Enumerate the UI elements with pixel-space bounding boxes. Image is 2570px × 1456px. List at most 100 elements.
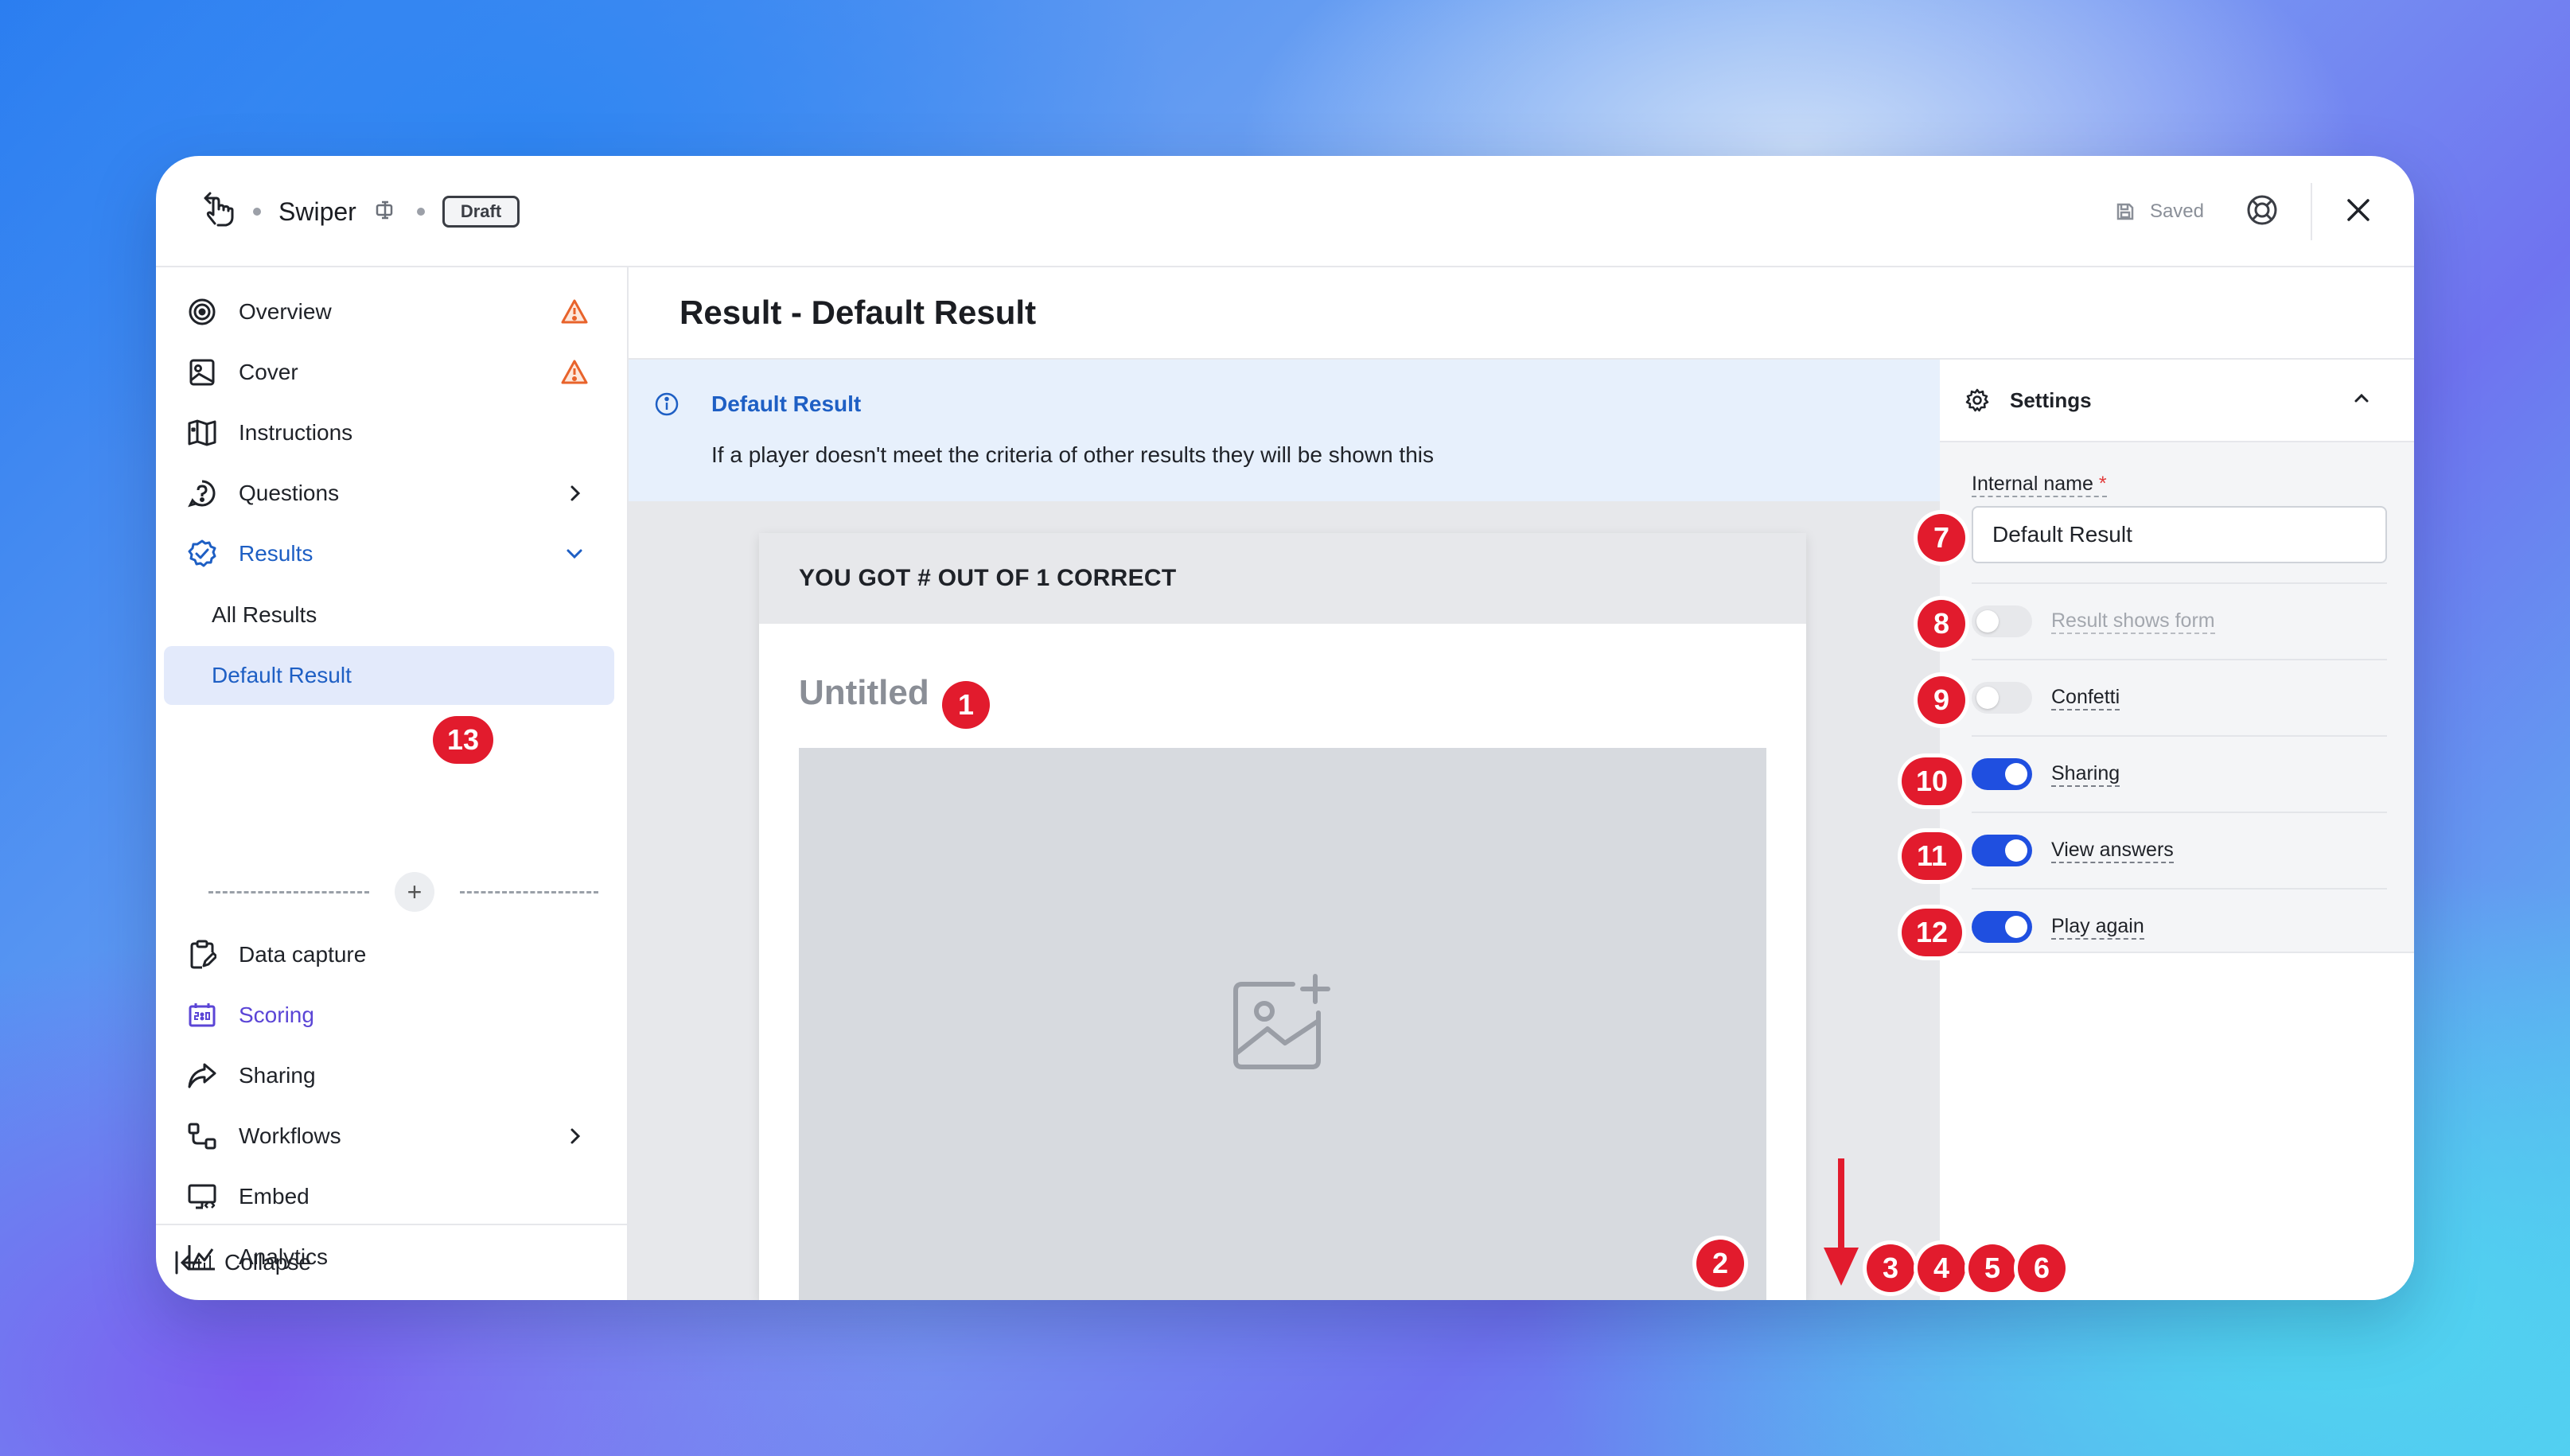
image-icon <box>185 355 220 390</box>
sidebar-subitem-label: Default Result <box>212 663 352 687</box>
confetti-toggle[interactable] <box>1972 682 2032 714</box>
annotation-marker: 3 <box>1867 1244 1914 1292</box>
sidebar: Overview Cover Instructions Questions Re… <box>156 267 629 1300</box>
sidebar-item-label: Data capture <box>239 942 367 967</box>
toggle-row-confetti: Confetti <box>1972 659 2387 735</box>
warning-icon <box>557 294 592 329</box>
chevron-right-icon <box>557 476 592 511</box>
result-title[interactable]: Untitled <box>799 673 929 713</box>
annotation-marker: 9 <box>1918 676 1965 724</box>
sidebar-item-label: Embed <box>239 1184 310 1209</box>
status-badge: Draft <box>442 196 520 228</box>
warning-icon <box>557 355 592 390</box>
view-answers-toggle[interactable] <box>1972 835 2032 866</box>
app-name: Swiper <box>278 197 356 226</box>
main-content: Result - Default Result Default Result I… <box>629 267 2414 1300</box>
edit-name-icon[interactable] <box>374 199 399 225</box>
sidebar-item-scoring[interactable]: Scoring <box>175 987 611 1044</box>
toggle-label: Play again <box>2051 914 2144 940</box>
share-icon <box>185 1058 220 1093</box>
result-card[interactable]: YOU GOT # OUT OF 1 CORRECT Untitled <box>759 533 1806 1300</box>
sidebar-item-embed[interactable]: Embed <box>175 1168 611 1225</box>
question-icon <box>185 476 220 511</box>
preview-canvas: Default Result If a player doesn't meet … <box>629 360 1940 1300</box>
internal-name-label: Internal name * <box>1972 473 2107 497</box>
toggle-row-sharing: Sharing <box>1972 735 2387 812</box>
toggle-row-result-shows-form: Result shows form <box>1972 582 2387 659</box>
sidebar-item-overview[interactable]: Overview <box>175 283 611 341</box>
sidebar-item-workflows[interactable]: Workflows <box>175 1108 611 1165</box>
internal-name-input[interactable] <box>1972 506 2387 563</box>
sidebar-item-label: Cover <box>239 360 298 384</box>
info-banner: Default Result If a player doesn't meet … <box>629 360 1940 501</box>
toggle-label: Sharing <box>2051 761 2120 787</box>
chevron-down-icon <box>557 536 592 571</box>
sharing-toggle[interactable] <box>1972 758 2032 790</box>
target-icon <box>185 294 220 329</box>
settings-header[interactable]: Settings <box>1940 360 2414 442</box>
image-placeholder[interactable] <box>799 748 1766 1300</box>
annotation-marker: 10 <box>1902 757 1962 805</box>
info-icon <box>654 391 679 421</box>
sidebar-subitem-label: All Results <box>212 602 317 627</box>
map-icon <box>185 415 220 450</box>
save-icon <box>2116 203 2134 220</box>
annotation-marker: 4 <box>1918 1244 1965 1292</box>
settings-panel: Settings Internal name * Result shows fo… <box>1940 360 2414 1300</box>
sidebar-item-data-capture[interactable]: Data capture <box>175 926 611 983</box>
add-image-icon <box>1231 973 1334 1076</box>
toggle-label: View answers <box>2051 838 2174 863</box>
annotation-marker: 11 <box>1902 832 1962 880</box>
add-result-row: + <box>208 872 598 912</box>
result-shows-form-toggle[interactable] <box>1972 605 2032 637</box>
gear-icon <box>1965 388 1989 412</box>
info-text: If a player doesn't meet the criteria of… <box>711 442 1435 467</box>
page-title: Result - Default Result <box>629 267 2414 360</box>
embed-icon <box>185 1179 220 1214</box>
chevron-up-icon[interactable] <box>2352 388 2392 413</box>
sidebar-item-label: Overview <box>239 299 332 324</box>
scoreboard-icon <box>185 998 220 1033</box>
saved-status: Saved <box>2115 200 2204 223</box>
check-badge-icon <box>185 536 220 571</box>
annotation-marker: 13 <box>433 716 493 764</box>
annotation-marker: 1 <box>942 681 990 729</box>
play-again-toggle[interactable] <box>1972 911 2032 943</box>
toggle-row-view-answers: View answers <box>1972 812 2387 888</box>
close-icon[interactable] <box>2344 196 2373 228</box>
annotation-marker: 7 <box>1918 514 1965 562</box>
sidebar-item-questions[interactable]: Questions <box>175 465 611 522</box>
collapse-button[interactable]: Collapse <box>156 1224 627 1300</box>
sidebar-item-cover[interactable]: Cover <box>175 344 611 401</box>
separator-dot <box>416 208 425 216</box>
sidebar-item-results[interactable]: Results <box>175 525 611 582</box>
saved-label: Saved <box>2149 200 2204 222</box>
collapse-icon <box>175 1251 202 1275</box>
sidebar-item-label: Questions <box>239 481 340 505</box>
toggle-row-play-again: Play again <box>1972 888 2387 964</box>
sidebar-item-sharing[interactable]: Sharing <box>175 1047 611 1104</box>
info-title: Default Result <box>711 391 862 416</box>
annotation-marker: 12 <box>1902 909 1962 956</box>
sidebar-item-instructions[interactable]: Instructions <box>175 404 611 461</box>
divider <box>2311 183 2312 240</box>
clipboard-icon <box>185 937 220 972</box>
sidebar-item-label: Workflows <box>239 1123 341 1148</box>
settings-body: Internal name * Result shows form Confet… <box>1940 442 2414 953</box>
sidebar-subitem-all-results[interactable]: All Results <box>164 586 614 644</box>
dashed-divider <box>208 891 369 893</box>
sidebar-item-label: Results <box>239 541 313 566</box>
toggle-label: Result shows form <box>2051 609 2215 634</box>
toggle-label: Confetti <box>2051 685 2120 710</box>
swipe-hand-icon <box>202 192 236 232</box>
workflow-icon <box>185 1119 220 1154</box>
annotation-marker: 2 <box>1696 1240 1744 1287</box>
top-bar: Swiper Draft Saved <box>156 156 2414 267</box>
separator-dot <box>253 208 261 216</box>
chevron-right-icon <box>557 1119 592 1154</box>
settings-title: Settings <box>2010 387 2092 412</box>
result-card-header[interactable]: YOU GOT # OUT OF 1 CORRECT <box>759 533 1806 624</box>
help-icon[interactable] <box>2245 193 2279 231</box>
add-result-button[interactable]: + <box>395 872 434 912</box>
sidebar-subitem-default-result[interactable]: Default Result <box>164 646 614 705</box>
